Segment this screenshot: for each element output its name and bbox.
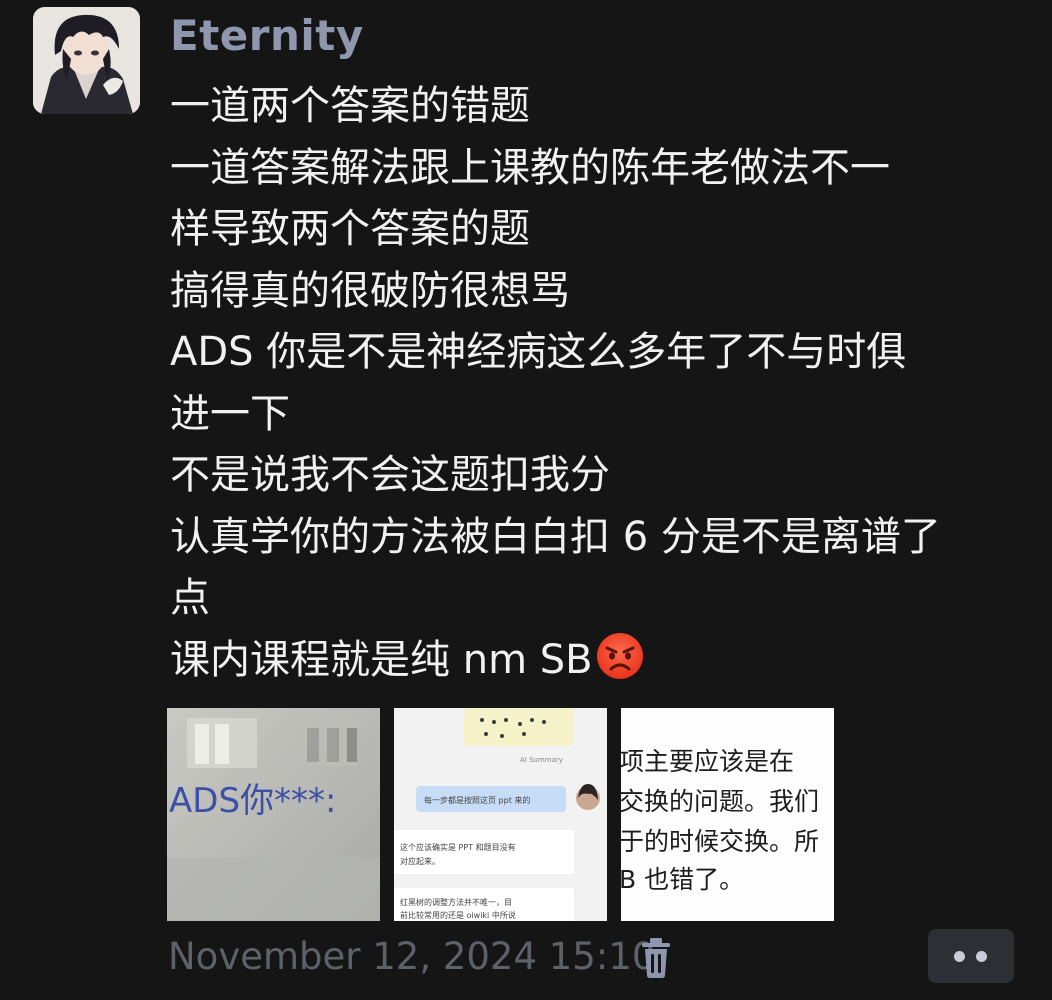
chat-reply-text: 红黑树的调整方法并不唯一，目 bbox=[400, 897, 512, 907]
ai-summary-label: AI Summary bbox=[520, 756, 563, 764]
message-line-text: 课内课程就是纯 nm SB bbox=[170, 636, 593, 683]
attachment-thumbnail[interactable]: AI Summary 每一步都是按照这页 ppt 来的 这个应该确实是 PPT … bbox=[394, 708, 607, 921]
screenshot-text-line: 交换的问题。我们 bbox=[621, 787, 819, 816]
message-line: 一道答案解法跟上课教的陈年老做法不一 bbox=[170, 144, 890, 191]
message-line: 不是说我不会这题扣我分 bbox=[170, 452, 610, 498]
message-timestamp: November 12, 2024 15:10 bbox=[168, 935, 656, 978]
screenshot-text-line: B 也错了。 bbox=[621, 865, 744, 894]
message-body: 一道两个答案的错题 一道答案解法跟上课教的陈年老做法不一 样导致两个答案的题 搞… bbox=[170, 76, 1030, 691]
message-line: 进一下 bbox=[170, 390, 290, 437]
chat-reply-text: 前比较常用的还是 oiwiki 中所说 bbox=[400, 910, 516, 920]
message-line: ADS 你是不是神经病这么多年了不与时俱 bbox=[170, 329, 907, 375]
message-line: 样导致两个答案的题 bbox=[170, 206, 530, 252]
chat-bubble-text: 每一步都是按照这页 ppt 来的 bbox=[424, 795, 530, 805]
more-icon bbox=[976, 951, 987, 962]
text-screenshot-image: 项主要应该是在 交换的问题。我们 于的时候交换。所 B 也错了。 bbox=[621, 708, 834, 921]
chat-reply-text: 这个应该确实是 PPT 和题目没有 bbox=[400, 842, 516, 852]
message-line: 认真学你的方法被白白扣 6 分是不是离谱了 bbox=[170, 513, 941, 560]
photo-handwriting: ADS你***: bbox=[169, 781, 336, 821]
attachment-thumbnail[interactable]: ADS你***: bbox=[167, 708, 380, 921]
chat-reply-text: 对应起来。 bbox=[400, 856, 440, 866]
anime-avatar-icon bbox=[33, 7, 140, 114]
message-line-last: 课内课程就是纯 nm SB bbox=[170, 630, 1030, 692]
chat-screenshot-image: AI Summary 每一步都是按照这页 ppt 来的 这个应该确实是 PPT … bbox=[394, 708, 607, 921]
angry-face-emoji bbox=[595, 631, 645, 681]
attachment-thumbnail[interactable]: 项主要应该是在 交换的问题。我们 于的时候交换。所 B 也错了。 bbox=[621, 708, 834, 921]
avatar[interactable] bbox=[33, 7, 140, 114]
more-icon bbox=[954, 951, 965, 962]
screenshot-text-line: 于的时候交换。所 bbox=[621, 827, 819, 856]
message-line: 搞得真的很破防很想骂 bbox=[170, 267, 570, 314]
more-options-button[interactable] bbox=[928, 929, 1014, 983]
message-line: 一道两个答案的错题 bbox=[170, 83, 530, 129]
chat-message-view: Eternity 一道两个答案的错题 一道答案解法跟上课教的陈年老做法不一 样导… bbox=[0, 0, 1052, 1000]
photo-image: ADS你***: bbox=[167, 708, 380, 921]
screenshot-text-line: 项主要应该是在 bbox=[621, 747, 794, 776]
message-line: 点 bbox=[170, 575, 210, 621]
trash-icon[interactable] bbox=[636, 937, 676, 979]
image-attachments: ADS你***: AI Summary 每一步都是按照这页 ppt 来的 这个应… bbox=[167, 708, 837, 921]
sender-name[interactable]: Eternity bbox=[170, 10, 364, 62]
